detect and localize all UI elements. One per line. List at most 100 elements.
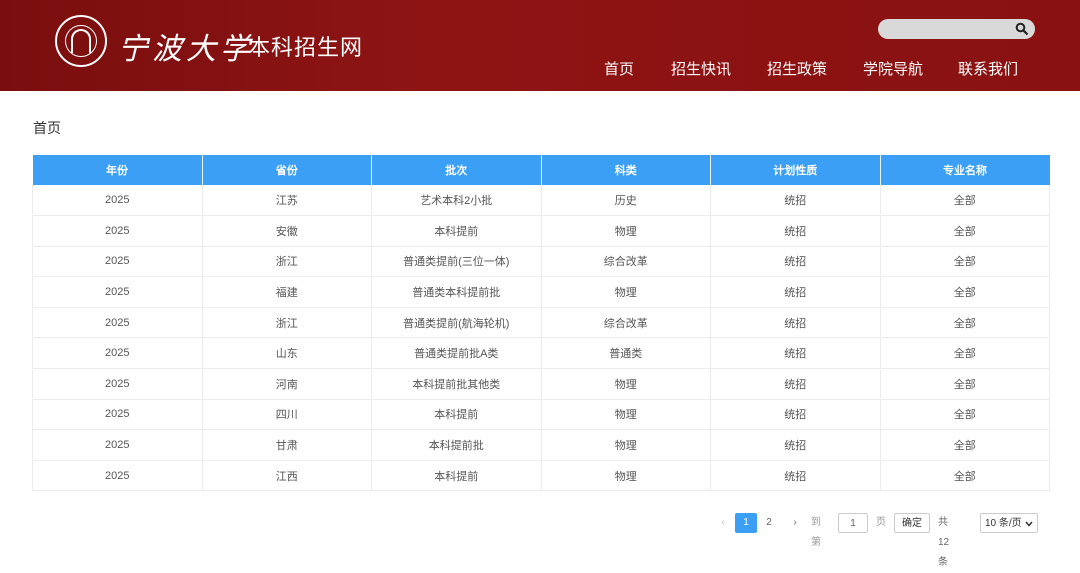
table-cell: 统招 — [710, 307, 881, 339]
table-row: 2025 安徽 本科提前 物理 统招 全部 — [32, 215, 1050, 247]
page-1-button[interactable]: 1 — [735, 513, 757, 533]
table-cell: 河南 — [202, 368, 372, 400]
table-cell: 全部 — [880, 460, 1050, 492]
table-cell: 统招 — [710, 337, 881, 370]
column-header: 科类 — [541, 155, 711, 185]
column-header: 专业名称 — [880, 155, 1050, 185]
table-row: 2025 江西 本科提前 物理 统招 全部 — [32, 460, 1050, 492]
table-cell: 统招 — [710, 276, 881, 308]
table-cell: 安徽 — [202, 215, 372, 247]
table-cell: 统招 — [710, 368, 881, 400]
table-cell: 统招 — [710, 429, 881, 461]
table-cell: 2025 — [32, 429, 203, 461]
table-cell: 全部 — [880, 185, 1050, 217]
table-cell: 全部 — [880, 276, 1050, 308]
table-cell: 统招 — [710, 246, 881, 278]
column-header: 计划性质 — [710, 155, 881, 185]
table-row: 2025 浙江 普通类提前(航海轮机) 综合改革 统招 全部 — [32, 307, 1050, 339]
table-cell: 全部 — [880, 307, 1050, 339]
goto-label: 到第 — [811, 517, 821, 548]
search-icon[interactable] — [1015, 22, 1029, 36]
table-cell: 本科提前 — [371, 215, 542, 247]
table-cell: 本科提前 — [371, 399, 542, 431]
table-cell: 福建 — [202, 276, 372, 308]
table-cell: 2025 — [32, 246, 203, 278]
table-cell: 全部 — [880, 429, 1050, 461]
page-unit-label: 页 — [876, 517, 886, 528]
nav-colleges[interactable]: 学院导航 — [863, 58, 923, 79]
table-cell: 全部 — [880, 399, 1050, 431]
table-cell: 浙江 — [202, 246, 372, 278]
table-row: 2025 福建 普通类本科提前批 物理 统招 全部 — [32, 276, 1050, 308]
table-cell: 全部 — [880, 246, 1050, 278]
table-cell: 本科提前批 — [371, 429, 542, 461]
table-cell: 物理 — [541, 460, 711, 492]
goto-page-input[interactable]: 1 — [838, 513, 868, 533]
column-header: 批次 — [371, 155, 542, 185]
nav-home[interactable]: 首页 — [604, 58, 634, 79]
table-cell: 统招 — [710, 215, 881, 247]
column-header: 省份 — [202, 155, 372, 185]
admission-plan-table: 年份 省份 批次 科类 计划性质 专业名称 2025 江苏 艺术本科2小批 历史 统招全… — [32, 155, 1050, 492]
table-cell: 全部 — [880, 337, 1050, 370]
table-cell: 2025 — [32, 215, 203, 247]
page-size-select[interactable]: 10 条/页 — [980, 513, 1038, 533]
breadcrumb: 首页 — [33, 120, 61, 136]
table-cell: 物理 — [541, 429, 711, 461]
next-page-button[interactable]: › — [784, 513, 806, 533]
table-cell: 全部 — [880, 215, 1050, 247]
nav-policy[interactable]: 招生政策 — [767, 58, 827, 79]
table-cell: 2025 — [32, 399, 203, 431]
table-cell: 江西 — [202, 460, 372, 492]
page-2-button[interactable]: 2 — [758, 513, 780, 533]
table-cell: 普通类提前(航海轮机) — [371, 307, 542, 339]
table-cell: 普通类 — [541, 337, 711, 370]
nav-contact[interactable]: 联系我们 — [958, 58, 1018, 79]
total-count: 共 12 条 — [938, 517, 950, 568]
table-row: 2025 浙江 普通类提前(三位一体) 综合改革 统招 全部 — [32, 246, 1050, 278]
site-header: 宁波大学 本科招生网 首页 招生快讯 招生政策 学院导航 联系我们 — [0, 0, 1080, 91]
table-row: 2025 甘肃 本科提前批 物理 统招 全部 — [32, 429, 1050, 461]
table-cell: 统招 — [710, 460, 881, 492]
search-input[interactable] — [878, 19, 1035, 39]
table-cell: 四川 — [202, 399, 372, 431]
nav-news[interactable]: 招生快讯 — [671, 58, 731, 79]
table-cell: 物理 — [541, 276, 711, 308]
table-cell: 本科提前批其他类 — [371, 368, 542, 400]
chevron-down-icon — [1025, 521, 1033, 527]
table-cell: 全部 — [880, 368, 1050, 400]
table-cell: 历史 — [541, 185, 711, 217]
table-cell: 物理 — [541, 399, 711, 431]
table-row: 2025 四川 本科提前 物理 统招 全部 — [32, 399, 1050, 431]
table-cell: 统招 — [710, 399, 881, 431]
table-cell: 甘肃 — [202, 429, 372, 461]
table-cell: 山东 — [202, 337, 372, 370]
table-cell: 2025 — [32, 185, 203, 217]
main-nav: 首页 招生快讯 招生政策 学院导航 联系我们 — [0, 58, 1080, 82]
table-cell: 物理 — [541, 368, 711, 400]
table-cell: 2025 — [32, 307, 203, 339]
table-cell: 本科提前 — [371, 460, 542, 492]
table-row: 2025 山东 普通类提前批A类 普通类 统招 全部 — [32, 337, 1050, 370]
table-cell: 江苏 — [202, 185, 372, 217]
table-cell: 2025 — [32, 276, 203, 308]
column-header: 年份 — [32, 155, 203, 185]
table-cell: 艺术本科2小批 — [371, 185, 542, 217]
table-cell: 普通类提前(三位一体) — [371, 246, 542, 278]
table-row: 2025 河南 本科提前批其他类 物理 统招 全部 — [32, 368, 1050, 400]
table-cell: 物理 — [541, 215, 711, 247]
table-header-row: 年份 省份 批次 科类 计划性质 专业名称 — [32, 155, 1050, 185]
table-cell: 综合改革 — [541, 307, 711, 339]
table-cell: 浙江 — [202, 307, 372, 339]
table-row: 2025 江苏 艺术本科2小批 历史 统招 全部 — [32, 185, 1050, 217]
table-cell: 2025 — [32, 337, 203, 370]
table-cell: 普通类本科提前批 — [371, 276, 542, 308]
table-cell: 综合改革 — [541, 246, 711, 278]
table-cell: 2025 — [32, 460, 203, 492]
page-size-value: 10 条/页 — [985, 518, 1022, 529]
table-cell: 普通类提前批A类 — [371, 337, 542, 370]
prev-page-button[interactable]: ‹ — [712, 513, 734, 533]
table-cell: 统招 — [710, 185, 881, 217]
table-cell: 2025 — [32, 368, 203, 400]
confirm-button[interactable]: 确定 — [894, 513, 930, 533]
